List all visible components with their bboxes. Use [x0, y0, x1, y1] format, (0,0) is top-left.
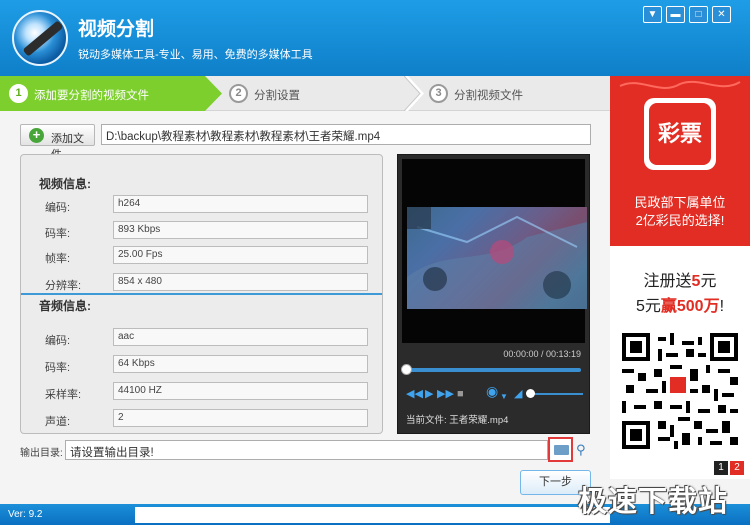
watermark-text: 极速下载站 — [578, 486, 729, 518]
video-resolution-label: 分辨率: — [45, 280, 82, 292]
ad-pagination: 12 — [712, 461, 744, 475]
volume-slider[interactable] — [528, 393, 583, 395]
ad-header: 彩票 民政部下属单位 2亿彩民的选择! — [610, 76, 750, 246]
app-logo-icon — [12, 10, 68, 66]
seek-bar[interactable] — [406, 368, 581, 372]
video-framerate-label: 帧率: — [45, 253, 71, 265]
step-split-video[interactable]: 3 分割视频文件 — [420, 76, 610, 111]
step-number: 1 — [9, 84, 28, 103]
step-label: 添加要分割的视频文件 — [34, 90, 149, 102]
stop-icon[interactable]: ■ — [457, 388, 464, 400]
video-frame — [407, 207, 587, 309]
audio-samplerate-label: 采样率: — [45, 389, 82, 401]
ad-text-line1: 民政部下属单位 — [634, 195, 726, 210]
ad-promo-line2: 5元赢500万! — [610, 292, 750, 316]
audio-codec-label: 编码: — [45, 335, 71, 347]
ad-page-1[interactable]: 1 — [714, 461, 728, 475]
output-dir-label: 输出目录: — [20, 448, 63, 459]
ad-promo-text: 注册送 — [643, 273, 692, 290]
search-icon[interactable]: ⚲ — [576, 442, 586, 458]
audio-bitrate-label: 码率: — [45, 362, 71, 374]
video-player: 00:00:00 / 00:13:19 ◀◀ ▶ ▶▶ ■ ◉ ▼ ◢ 当前文件… — [397, 154, 590, 434]
video-resolution-value: 854 x 480 — [113, 273, 368, 291]
video-bitrate-value: 893 Kbps — [113, 221, 368, 239]
ad-promo-highlight: 赢500万 — [660, 298, 720, 315]
status-area — [135, 507, 610, 523]
current-file-label: 当前文件: 王者荣耀.mp4 — [406, 415, 509, 426]
minimize-icon[interactable]: ▬ — [666, 6, 685, 23]
ad-text-line2: 2亿彩民的选择! — [635, 213, 725, 228]
menu-icon[interactable]: ▼ — [643, 6, 662, 23]
file-path-field[interactable]: D:\backup\教程素材\教程素材\教程素材\王者荣耀.mp4 — [101, 124, 591, 145]
video-frame-image — [407, 207, 587, 309]
video-info-title: 视频信息: — [39, 177, 91, 191]
step-number: 3 — [429, 84, 448, 103]
ad-promo-text: 元 — [700, 273, 717, 290]
title-bar: 视频分割 锐动多媒体工具-专业、易用、免费的多媒体工具 ▼ ▬ □ ✕ — [0, 0, 750, 76]
app-window: 视频分割 锐动多媒体工具-专业、易用、免费的多媒体工具 ▼ ▬ □ ✕ 1 添加… — [0, 0, 750, 525]
section-divider — [21, 293, 382, 295]
play-icon[interactable]: ▶ — [425, 388, 433, 400]
app-title: 视频分割 — [78, 19, 155, 40]
video-bitrate-label: 码率: — [45, 228, 71, 240]
output-dir-input[interactable]: 请设置输出目录! — [65, 440, 548, 460]
step-label: 分割设置 — [254, 90, 300, 102]
step-label: 分割视频文件 — [454, 90, 523, 102]
step-add-file[interactable]: 1 添加要分割的视频文件 — [0, 76, 222, 111]
ad-banner[interactable]: 彩票 民政部下属单位 2亿彩民的选择! 注册送5元 5元赢500万! 1 2 — [610, 76, 750, 479]
audio-bitrate-value: 64 Kbps — [113, 355, 368, 373]
video-viewport — [402, 159, 587, 343]
camera-icon[interactable]: ◉ — [486, 384, 498, 398]
version-label: Ver: 9.2 — [8, 509, 43, 520]
video-framerate-value: 25.00 Fps — [113, 246, 368, 264]
ad-page-2[interactable]: 2 — [730, 461, 744, 475]
ad-logo-text: 彩票 — [649, 103, 711, 165]
audio-codec-value: aac — [113, 328, 368, 346]
maximize-icon[interactable]: □ — [689, 6, 708, 23]
ad-logo: 彩票 — [644, 98, 716, 170]
audio-channels-value: 2 — [113, 409, 368, 427]
audio-samplerate-value: 44100 HZ — [113, 382, 368, 400]
seek-handle[interactable] — [401, 364, 412, 375]
step-split-settings[interactable]: 2 分割设置 — [220, 76, 420, 111]
ad-promo-text: ! — [719, 298, 725, 315]
add-file-button[interactable]: + 添加文件 — [20, 124, 95, 161]
ad-promo-text: 5元 — [635, 298, 661, 315]
qr-code-icon — [622, 333, 738, 449]
folder-icon[interactable] — [548, 437, 573, 462]
volume-icon[interactable]: ◢ — [514, 388, 522, 400]
step-bar: 1 添加要分割的视频文件 2 分割设置 3 分割视频文件 — [0, 76, 610, 111]
media-info-panel: 视频信息: 编码: h264 码率: 893 Kbps 帧率: 25.00 Fp… — [20, 154, 383, 434]
time-readout: 00:00:00 / 00:13:19 — [503, 349, 581, 359]
rewind-icon[interactable]: ◀◀ — [406, 388, 423, 400]
fast-forward-icon[interactable]: ▶▶ — [437, 388, 454, 400]
chevron-down-icon[interactable]: ▼ — [500, 391, 508, 403]
plus-icon: + — [29, 128, 44, 143]
video-codec-label: 编码: — [45, 202, 71, 214]
close-icon[interactable]: ✕ — [712, 6, 731, 23]
step-number: 2 — [229, 84, 248, 103]
volume-handle[interactable] — [526, 389, 535, 398]
app-subtitle: 锐动多媒体工具-专业、易用、免费的多媒体工具 — [78, 49, 313, 61]
video-codec-value: h264 — [113, 195, 368, 213]
ad-decor-icon — [619, 80, 741, 89]
audio-info-title: 音频信息: — [39, 299, 91, 313]
audio-channels-label: 声道: — [45, 416, 71, 428]
ad-promo-line1: 注册送5元 — [610, 267, 750, 291]
